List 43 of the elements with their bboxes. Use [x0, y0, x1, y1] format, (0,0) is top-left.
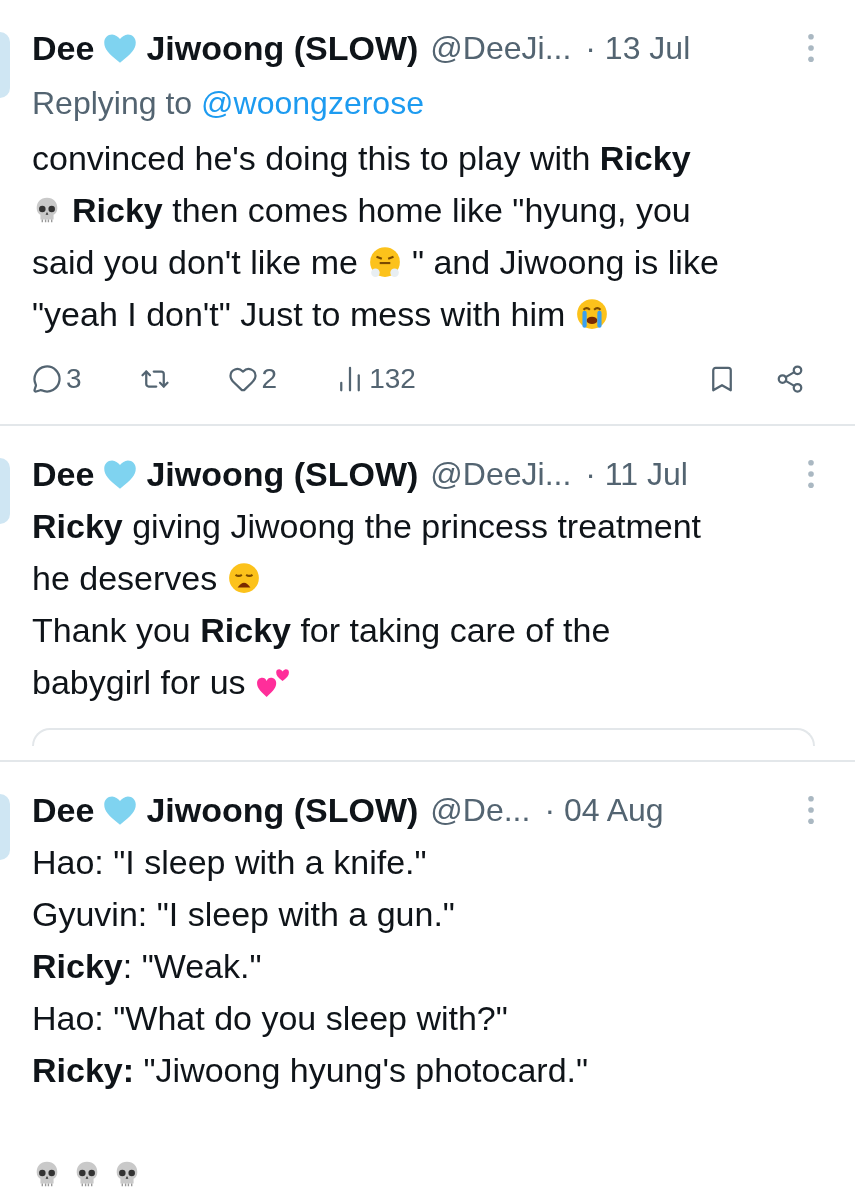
tweet-text: Ricky: "Jiwoong hyung's photocard."	[32, 1049, 589, 1091]
avatar[interactable]	[0, 794, 10, 860]
tweet-text: Ricky giving Jiwoong the princess treatment	[32, 505, 702, 547]
quoted-post-card[interactable]	[32, 728, 815, 746]
tweet-text: Gyuvin: "I sleep with a gun."	[32, 893, 455, 935]
reply-icon	[32, 364, 62, 394]
tweet-text: babygirl for us	[32, 661, 246, 703]
tweet-text: Thank you Ricky for taking care of the	[32, 609, 611, 651]
post-date[interactable]: · 13 Jul	[585, 24, 691, 72]
tweet-text: convinced he's doing this to play with Ricky	[32, 137, 691, 179]
author-name[interactable]: Jiwoong (SLOW)	[146, 448, 419, 500]
tweet-text: " and Jiwoong is like	[411, 241, 719, 283]
share-icon	[775, 364, 805, 394]
tweet-text: he deserves	[32, 557, 218, 599]
author-name[interactable]: Dee	[32, 784, 95, 836]
crying-face-icon	[575, 297, 610, 331]
author-name[interactable]: Dee	[32, 22, 95, 74]
tweet-text: Ricky then comes home like "hyung, you	[72, 189, 691, 231]
reply-label: Replying to	[32, 84, 193, 123]
weary-face-icon	[227, 561, 262, 595]
author-name[interactable]: Jiwoong (SLOW)	[146, 784, 419, 836]
more-options-icon[interactable]	[807, 459, 815, 489]
like-button[interactable]: 2	[227, 358, 278, 400]
avatar[interactable]	[0, 32, 10, 98]
more-options-icon[interactable]	[807, 33, 815, 63]
tweet-text: Hao: "What do you sleep with?"	[32, 997, 508, 1039]
author-name[interactable]: Jiwoong (SLOW)	[146, 22, 419, 74]
reply-button[interactable]: 3	[32, 358, 82, 400]
user-handle[interactable]: @DeeJi...	[430, 450, 572, 498]
post-date[interactable]: · 11 Jul	[585, 450, 688, 498]
user-handle[interactable]: @DeeJi...	[430, 24, 572, 72]
share-button[interactable]	[775, 364, 805, 394]
tweet-text: Hao: "I sleep with a knife."	[32, 841, 427, 883]
huffing-face-icon	[367, 245, 402, 279]
author-name[interactable]: Dee	[32, 448, 95, 500]
tweet-text: "yeah I don't" Just to mess with him	[32, 293, 566, 335]
more-options-icon[interactable]	[807, 795, 815, 825]
post-date[interactable]: · 04 Aug	[544, 786, 664, 834]
avatar[interactable]	[0, 458, 10, 524]
tweet-text: said you don't like me	[32, 241, 358, 283]
views-button[interactable]: 132	[335, 358, 416, 400]
user-handle[interactable]: @De...	[430, 786, 531, 834]
tweet-text: Ricky: "Weak."	[32, 945, 262, 987]
